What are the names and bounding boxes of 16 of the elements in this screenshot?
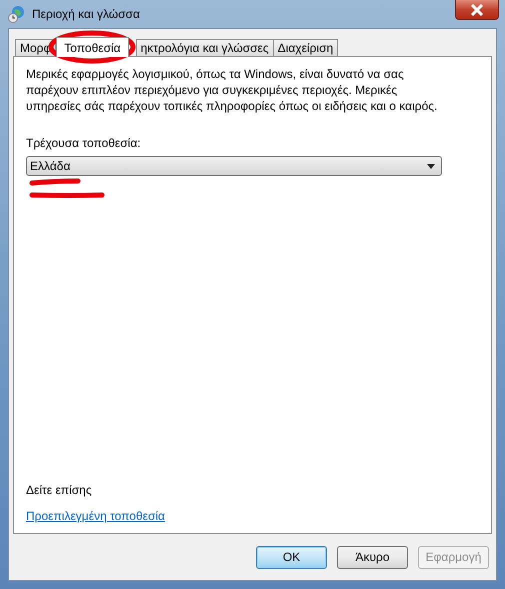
dialog-button[interactable]: Άκυρο <box>337 546 408 568</box>
annotation-underline <box>30 178 80 186</box>
close-icon <box>470 4 484 16</box>
see-also-heading: Δείτε επίσης <box>26 483 93 497</box>
dropdown-arrow-icon <box>427 164 435 168</box>
description-text: Μερικές εφαρμογές λογισμικού, όπως τα Windows, είναι δυνατό να σας παρέχουν επιπλέον περιεχόμενο για συγκεκριμένες περιοχές. Μερικές υπηρεσίες σάς παρέχουν τοπικές πληροφορίες όπως οι ειδήσεις και ο καιρός. <box>26 66 438 114</box>
window-title: Περιοχή και γλώσσα <box>32 7 140 21</box>
tab[interactable]: Διαχείριση <box>272 39 338 56</box>
tab[interactable]: Τοποθεσία <box>56 37 129 57</box>
tab[interactable]: ηκτρολόγια και γλώσσες <box>136 39 274 56</box>
close-button[interactable] <box>455 0 499 20</box>
globe-clock-icon <box>8 5 26 23</box>
location-dropdown[interactable]: Ελλάδα <box>26 156 442 176</box>
location-label: Τρέχουσα τοποθεσία: <box>26 136 142 150</box>
dialog-button[interactable]: OK <box>256 546 327 568</box>
default-location-link[interactable]: Προεπιλεγμένη τοποθεσία <box>26 509 165 523</box>
